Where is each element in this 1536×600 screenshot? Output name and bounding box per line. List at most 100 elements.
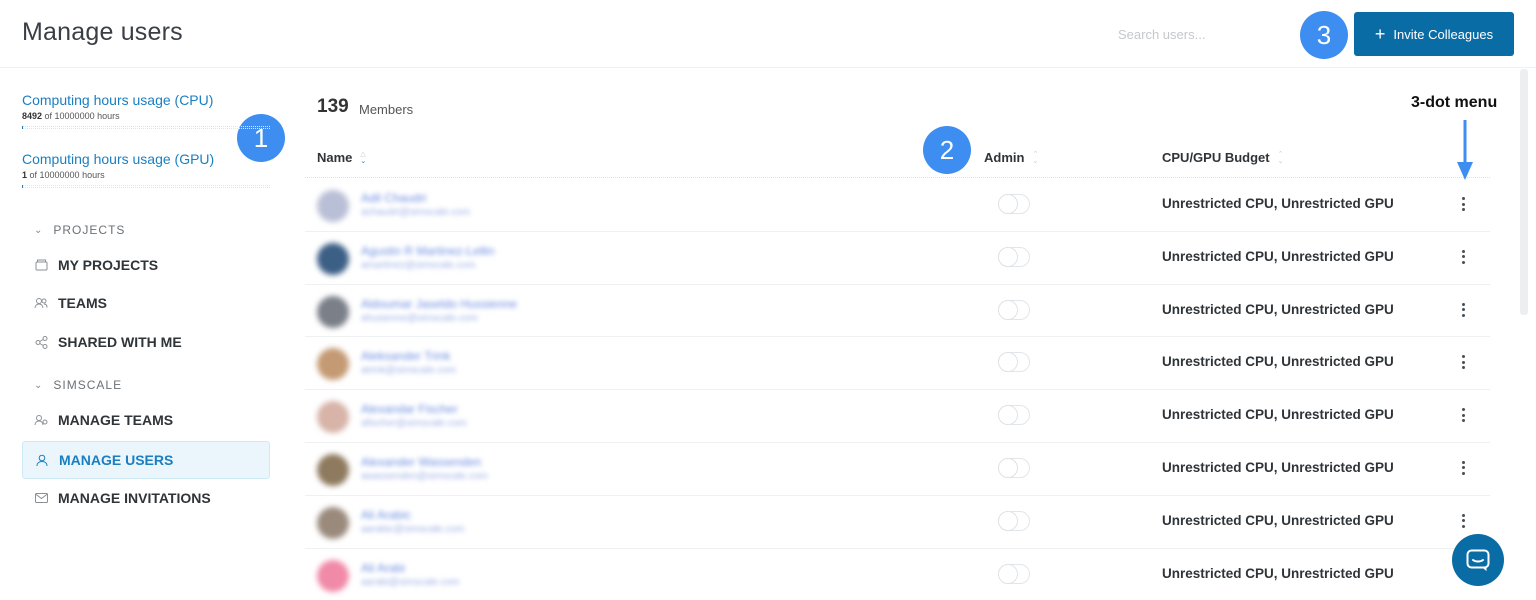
projects-section-toggle[interactable]: ⌄ PROJECTS	[34, 223, 125, 237]
sidebar: Computing hours usage (CPU) 8492 of 1000…	[0, 69, 290, 600]
gpu-usage-title[interactable]: Computing hours usage (GPU)	[22, 151, 272, 167]
member-label: Members	[359, 102, 414, 117]
budget-value: Unrestricted CPU, Unrestricted GPU	[1162, 459, 1394, 475]
table-row: Ali Arabi aarabi@simscale.com Unrestricted…	[305, 549, 1490, 600]
sidebar-item-label: TEAMS	[58, 295, 107, 311]
user-name: Ali Arabic	[361, 507, 412, 522]
admin-toggle[interactable]	[998, 405, 1030, 426]
budget-value: Unrestricted CPU, Unrestricted GPU	[1162, 196, 1394, 211]
column-header-label: Name	[317, 150, 353, 165]
user-name: Alexandar Fischer	[361, 402, 458, 417]
invite-colleagues-label: Invite Colleagues	[1393, 26, 1494, 42]
table-row: Alexandar Fischer afischer@simscale.com Un…	[305, 390, 1490, 443]
sidebar-item-manage-teams[interactable]: MANAGE TEAMS	[22, 401, 270, 439]
budget-value: Unrestricted CPU, Unrestricted GPU	[1162, 248, 1394, 264]
members-panel: 139 Members Name △ ⌄ Admin ⌃ ⌄ CPU/GPU Bud…	[305, 69, 1515, 600]
user-email: achaudri@simscale.com	[361, 207, 471, 218]
user-email: atrink@simscale.com	[361, 365, 457, 377]
column-header-budget[interactable]: CPU/GPU Budget ⌃ ⌄	[1162, 150, 1284, 165]
cpu-usage-title[interactable]: Computing hours usage (CPU)	[22, 92, 272, 108]
sort-icon: △ ⌄	[360, 150, 367, 165]
toggle-knob	[998, 299, 1018, 320]
sort-icon: ⌃ ⌄	[1277, 150, 1284, 165]
sidebar-item-label: SHARED WITH ME	[58, 334, 182, 350]
more-options-icon[interactable]	[1455, 191, 1471, 217]
admin-toggle[interactable]	[998, 194, 1030, 214]
admin-toggle[interactable]	[998, 563, 1030, 584]
cpu-usage-fill	[22, 126, 23, 129]
users-icon	[34, 296, 48, 310]
user-name: Agustin R Martinez-Lellin	[361, 243, 495, 258]
chevron-down-icon: ⌄	[34, 224, 44, 236]
simscale-section-toggle[interactable]: ⌄ SIMSCALE	[34, 378, 122, 392]
gpu-usage-total: of 10000000 hours	[27, 170, 105, 180]
user-name: Aleksander Trink	[361, 349, 451, 364]
admin-toggle[interactable]	[998, 352, 1030, 373]
table-row: Alexander Wassenden awassenden@simscale.c…	[305, 443, 1490, 496]
more-options-icon[interactable]	[1455, 297, 1471, 323]
toggle-knob	[998, 510, 1018, 531]
sidebar-item-my-projects[interactable]: MY PROJECTS	[22, 246, 270, 284]
members-table: Adil Chaudri achaudri@simscale.com Unrestr…	[305, 179, 1490, 600]
admin-toggle[interactable]	[998, 510, 1030, 531]
more-options-icon[interactable]	[1455, 402, 1471, 428]
table-row: Ali Arabic aarabic@simscale.com Unrestrict…	[305, 496, 1490, 549]
cpu-usage: Computing hours usage (CPU) 8492 of 1000…	[22, 92, 272, 129]
user-email: amartinez@simscale.com	[361, 259, 476, 271]
avatar	[317, 348, 349, 381]
chat-icon	[1466, 549, 1490, 571]
user-name: Adil Chaudri	[361, 191, 427, 205]
sidebar-item-label: MANAGE USERS	[59, 452, 174, 468]
column-header-admin[interactable]: Admin ⌃ ⌄	[984, 150, 1038, 165]
more-options-icon[interactable]	[1455, 455, 1471, 481]
gpu-usage-bar	[22, 185, 270, 188]
page-title: Manage users	[22, 18, 183, 46]
member-count: 139	[317, 96, 349, 117]
sidebar-item-manage-invitations[interactable]: MANAGE INVITATIONS	[22, 479, 270, 517]
sidebar-item-label: MANAGE TEAMS	[58, 412, 174, 428]
sidebar-item-label: MANAGE INVITATIONS	[58, 490, 211, 506]
team-settings-icon	[34, 413, 48, 427]
avatar	[317, 242, 349, 275]
sort-icon: ⌃ ⌄	[1032, 150, 1039, 165]
cpu-usage-text: 8492 of 10000000 hours	[22, 111, 272, 121]
admin-toggle[interactable]	[998, 246, 1030, 267]
header-divider	[305, 177, 1490, 178]
sidebar-item-teams[interactable]: TEAMS	[22, 284, 270, 322]
table-row: Aleksander Trink atrink@simscale.com Unres…	[305, 337, 1490, 391]
user-email: aarabic@simscale.com	[361, 523, 465, 535]
gpu-usage: Computing hours usage (GPU) 1 of 1000000…	[22, 151, 272, 188]
search-input[interactable]	[1118, 20, 1288, 48]
more-options-icon[interactable]	[1455, 349, 1471, 375]
cpu-usage-bar	[22, 126, 270, 129]
callout-3: 3	[1300, 11, 1348, 59]
column-header-name[interactable]: Name △ ⌄	[317, 150, 366, 165]
cpu-usage-used: 8492	[22, 111, 43, 121]
envelope-icon	[34, 491, 48, 505]
more-options-icon[interactable]	[1455, 244, 1471, 270]
table-row: Adil Chaudri achaudri@simscale.com Unrestr…	[305, 179, 1490, 232]
gpu-usage-text: 1 of 10000000 hours	[22, 170, 272, 180]
table-row: Agustin R Martinez-Lellin amartinez@simsc…	[305, 232, 1490, 285]
budget-value: Unrestricted CPU, Unrestricted GPU	[1162, 565, 1394, 581]
sidebar-item-label: MY PROJECTS	[58, 257, 159, 273]
admin-toggle[interactable]	[998, 457, 1030, 478]
column-header-label: CPU/GPU Budget	[1162, 150, 1270, 165]
annotation-label: 3-dot menu	[1411, 94, 1498, 111]
toggle-knob	[998, 563, 1018, 584]
column-header-label: Admin	[984, 150, 1025, 165]
avatar	[317, 190, 349, 222]
plus-icon: +	[1374, 24, 1386, 44]
sidebar-item-manage-users[interactable]: MANAGE USERS	[22, 441, 270, 479]
admin-toggle[interactable]	[998, 299, 1030, 320]
gpu-usage-fill	[22, 185, 23, 188]
avatar	[317, 295, 349, 328]
avatar	[317, 559, 349, 592]
invite-colleagues-button[interactable]: + Invite Colleagues	[1354, 12, 1514, 56]
chat-button[interactable]	[1452, 534, 1504, 586]
more-options-icon[interactable]	[1455, 508, 1471, 534]
scrollbar[interactable]	[1520, 69, 1528, 315]
user-email: afischer@simscale.com	[361, 418, 467, 430]
sidebar-item-shared-with-me[interactable]: SHARED WITH ME	[22, 323, 270, 361]
toggle-knob	[998, 405, 1018, 426]
